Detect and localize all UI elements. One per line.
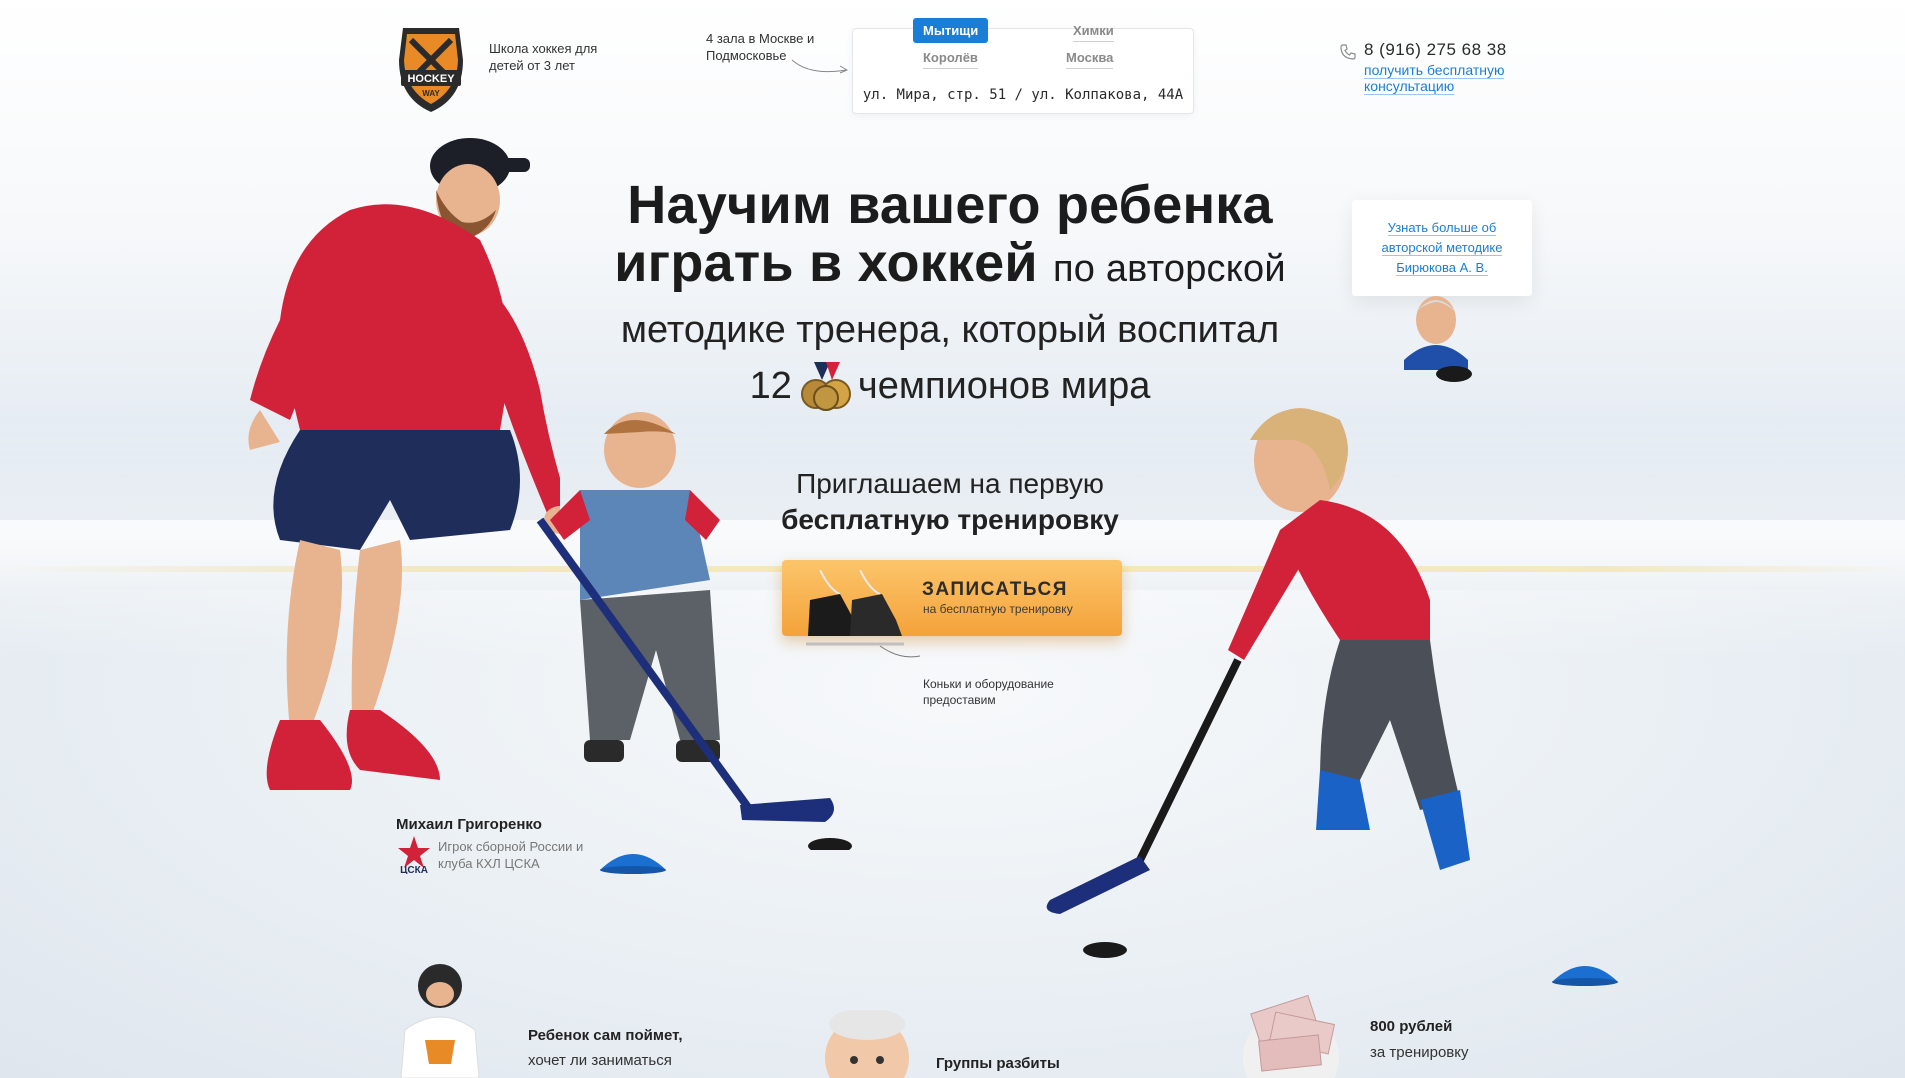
hockey-way-logo[interactable]: HOCKEY WAY [393,20,469,116]
signup-button-sublabel: на бесплатную тренировку [923,602,1073,616]
svg-text:HOCKEY: HOCKEY [407,73,455,85]
school-tagline: Школа хоккея для детей от 3 лет [489,41,598,73]
hero-subline: методике тренера, который воспитал 12 че… [560,302,1340,414]
consultation-link[interactable]: получить бесплатную консультацию [1364,62,1514,95]
hero-headline: Научим вашего ребенка играть в хоккей по… [560,176,1340,298]
curved-arrow-icon [791,59,849,74]
city-selector: Мытищи Химки Королёв Москва ул. Мира, ст… [852,18,1194,114]
method-link[interactable]: Узнать больше об авторской методике Бирю… [1362,218,1522,278]
goalie-kid-avatar [400,964,480,1078]
subline-line2: 12 чемпионов мира [560,358,1340,414]
headline-bold-phrase: играть в хоккей [614,233,1038,293]
medals-icon [800,361,851,411]
signup-button-label: ЗАПИСАТЬСЯ [922,579,1068,600]
city-tab-korolev[interactable]: Королёв [923,47,978,69]
subline-line1: методике тренера, который воспитал [620,309,1280,351]
feature-title-3: 800 рублей [1370,1018,1453,1035]
feature-title-2: Группы разбиты [936,1055,1060,1072]
svg-text:WAY: WAY [422,89,440,98]
phone-icon [1340,44,1356,60]
method-card: Узнать больше об авторской методике Бирю… [1352,200,1532,296]
feature-sub-3: за тренировку [1370,1044,1469,1061]
headline-line2: играть в хоккей по авторской [560,234,1340,298]
equipment-note: Коньки и оборудование предоставим [923,677,1054,707]
blue-cone-icon [600,854,666,874]
address-text: ул. Мира, стр. 51 / ул. Колпакова, 44А [862,87,1184,103]
money-icon [1243,994,1339,1078]
phone-number[interactable]: 8 (916) 275 68 38 [1364,40,1507,60]
skates-icon [806,570,920,658]
head-coach-avatar [1404,296,1472,382]
feature-title-1: Ребенок сам поймет, [528,1027,683,1044]
invite-line2: бесплатную тренировку [781,504,1119,535]
cska-logo-text: ЦСКА [400,865,428,874]
invite-line1: Приглашаем на первую [796,468,1104,499]
city-tab-moskva[interactable]: Москва [1066,47,1114,69]
headline-light-phrase: по авторской [1052,248,1286,290]
blue-cone-icon [1552,966,1618,986]
headline-line1: Научим вашего ребенка [627,175,1273,235]
champions-text: чемпионов мира [857,365,1151,407]
baby-avatar [825,1010,909,1078]
city-tab-mytishchi[interactable]: Мытищи [913,18,989,43]
cska-club-logo: ЦСКА [398,836,430,874]
champions-count: 12 [749,365,792,407]
consultation-link-label: получить бесплатную консультацию [1364,62,1505,95]
invite-text: Приглашаем на первую бесплатную трениров… [700,466,1200,538]
method-link-label: Узнать больше об авторской методике Бирю… [1381,220,1503,276]
city-tab-khimki[interactable]: Химки [1073,20,1114,42]
feature-sub-1: хочет ли заниматься [528,1052,672,1069]
